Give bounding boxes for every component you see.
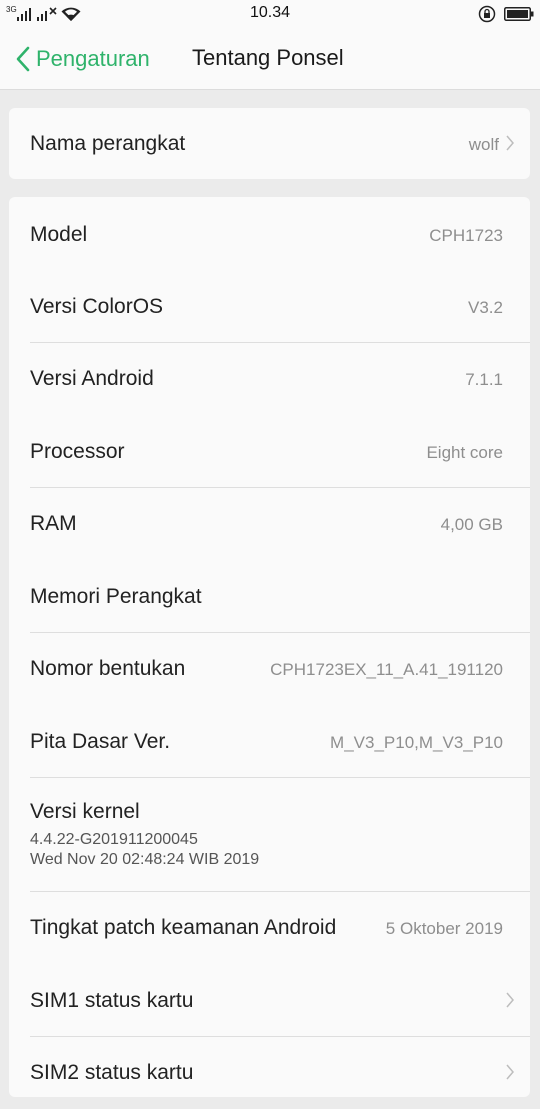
status-bar: 3G 10.34 bbox=[0, 0, 540, 28]
build-number-value: CPH1723EX_11_A.41_191120 bbox=[270, 660, 503, 679]
app-bar: Pengaturan Tentang Ponsel bbox=[0, 28, 540, 90]
model-value: CPH1723 bbox=[429, 226, 503, 245]
coloros-version-label: Versi ColorOS bbox=[30, 295, 164, 318]
info-row-android-version[interactable]: Versi Android 7.1.1 bbox=[9, 343, 530, 415]
back-label: Pengaturan bbox=[36, 46, 150, 71]
status-time: 10.34 bbox=[249, 4, 291, 21]
info-row-baseband-version: Pita Dasar Ver. M_V3_P10,M_V3_P10 bbox=[9, 705, 530, 777]
processor-label: Processor bbox=[30, 440, 125, 463]
ram-value: 4,00 GB bbox=[440, 515, 503, 534]
rotation-lock-icon bbox=[478, 5, 496, 23]
kernel-build-date: Wed Nov 20 02:48:24 WIB 2019 bbox=[30, 851, 260, 868]
chevron-right-icon bbox=[506, 135, 514, 151]
android-version-label: Versi Android bbox=[30, 367, 154, 390]
chevron-right-icon bbox=[506, 1064, 514, 1080]
device-name-value: wolf bbox=[468, 135, 499, 154]
battery-icon bbox=[504, 7, 534, 21]
coloros-version-value: V3.2 bbox=[468, 298, 503, 317]
security-patch-label: Tingkat patch keamanan Android bbox=[30, 916, 337, 939]
info-row-coloros-version: Versi ColorOS V3.2 bbox=[9, 270, 530, 342]
ram-label: RAM bbox=[30, 512, 77, 535]
model-label: Model bbox=[30, 223, 88, 246]
back-button[interactable]: Pengaturan bbox=[16, 44, 150, 74]
device-info-card: Model CPH1723 Versi ColorOS V3.2 Versi A… bbox=[9, 197, 530, 1097]
processor-value: Eight core bbox=[426, 443, 503, 462]
baseband-version-label: Pita Dasar Ver. bbox=[30, 730, 171, 753]
device-storage-label: Memori Perangkat bbox=[30, 585, 202, 608]
info-row-kernel-version: Versi kernel 4.4.22-G201911200045 Wed No… bbox=[9, 778, 530, 891]
status-bar-right bbox=[478, 3, 534, 25]
device-name-row[interactable]: Nama perangkat wolf bbox=[9, 108, 530, 179]
info-row-model: Model CPH1723 bbox=[9, 197, 530, 270]
info-row-processor: Processor Eight core bbox=[9, 415, 530, 487]
device-name-label: Nama perangkat bbox=[30, 132, 186, 155]
kernel-version-label: Versi kernel bbox=[30, 800, 140, 823]
info-row-build-number[interactable]: Nomor bentukan CPH1723EX_11_A.41_191120 bbox=[9, 633, 530, 705]
info-row-device-storage[interactable]: Memori Perangkat bbox=[9, 560, 530, 632]
sim1-status-row[interactable]: SIM1 status kartu bbox=[9, 964, 530, 1036]
android-version-value: 7.1.1 bbox=[465, 370, 503, 389]
security-patch-value: 5 Oktober 2019 bbox=[385, 919, 503, 938]
kernel-version-line: 4.4.22-G201911200045 bbox=[30, 831, 198, 848]
sim1-status-label: SIM1 status kartu bbox=[30, 989, 194, 1012]
sim2-status-label: SIM2 status kartu bbox=[30, 1061, 194, 1084]
device-name-card: Nama perangkat wolf bbox=[9, 108, 530, 179]
chevron-right-icon bbox=[506, 992, 514, 1008]
chevron-left-icon bbox=[16, 46, 30, 72]
page-title: Tentang Ponsel bbox=[192, 45, 344, 70]
info-row-ram: RAM 4,00 GB bbox=[9, 488, 530, 560]
build-number-label: Nomor bentukan bbox=[30, 657, 186, 680]
info-row-security-patch: Tingkat patch keamanan Android 5 Oktober… bbox=[9, 892, 530, 964]
baseband-version-value: M_V3_P10,M_V3_P10 bbox=[330, 733, 503, 752]
sim2-status-row[interactable]: SIM2 status kartu bbox=[9, 1037, 530, 1109]
